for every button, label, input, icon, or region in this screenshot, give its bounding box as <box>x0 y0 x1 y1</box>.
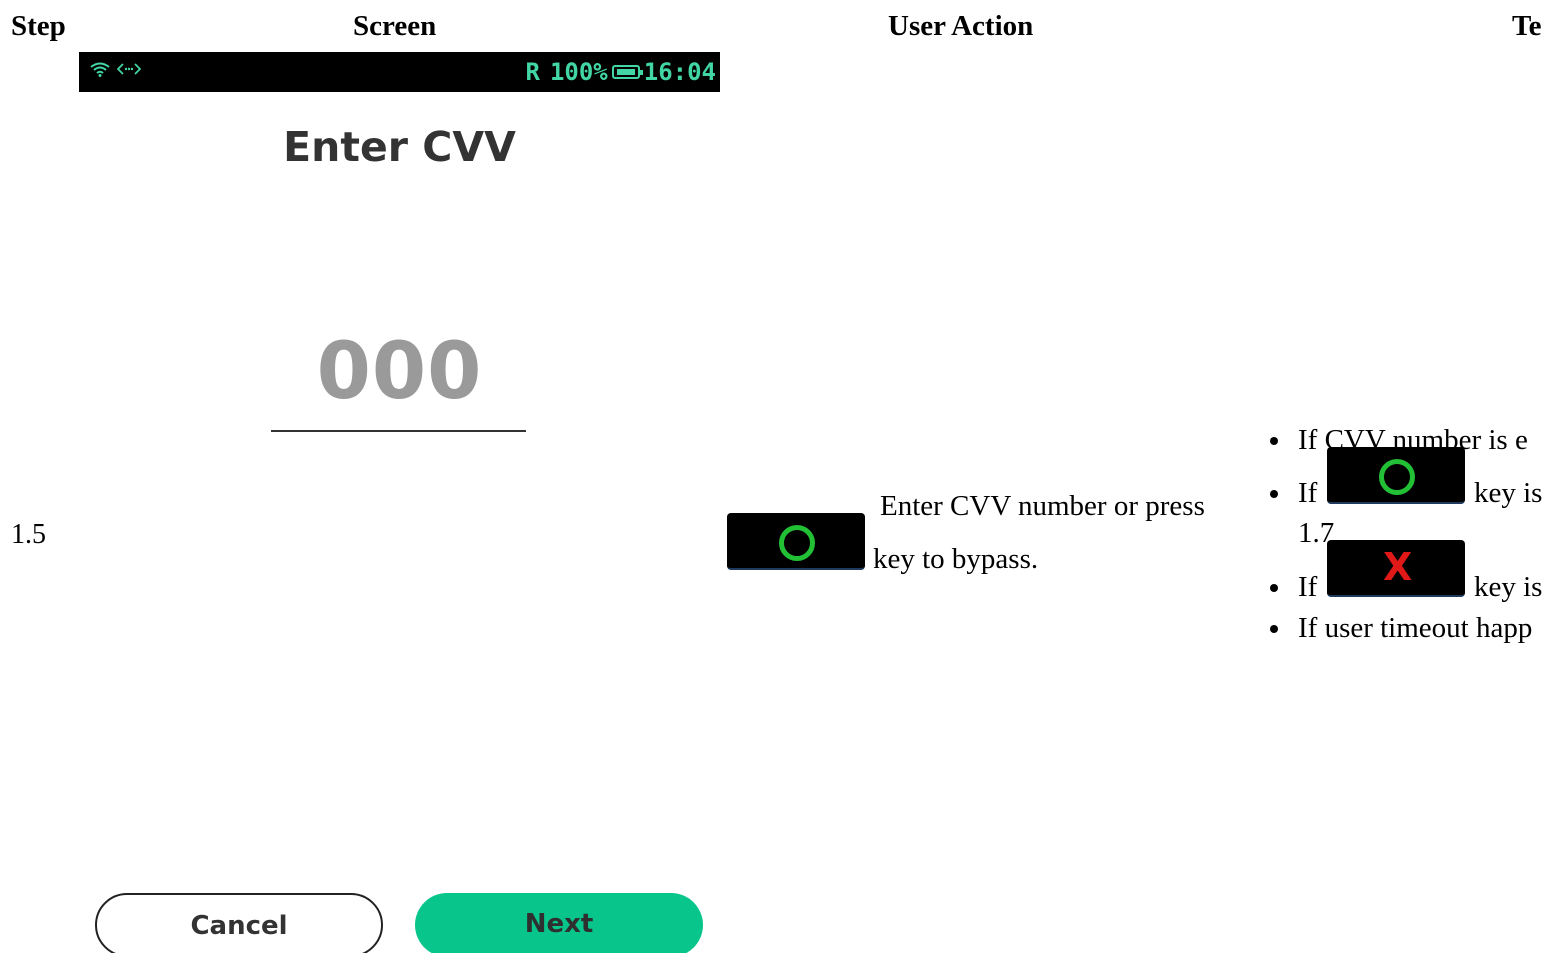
clock: 16:04 <box>643 58 716 86</box>
screen-title: Enter CVV <box>283 123 516 171</box>
status-bar: R 100% 16:04 <box>79 52 720 92</box>
cancel-button[interactable]: Cancel <box>95 893 383 953</box>
test-results-cell: If CVV number is e If key is 1.7 If X ke… <box>1270 0 1546 953</box>
step-number: 1.5 <box>11 519 46 550</box>
header-step: Step <box>11 10 66 42</box>
cvv-input-value[interactable]: 000 <box>79 324 720 420</box>
battery-percent: 100% <box>549 58 608 86</box>
header-screen: Screen <box>353 10 437 42</box>
ok-key-icon <box>727 513 865 570</box>
battery-icon <box>611 65 643 79</box>
next-button[interactable]: Next <box>415 893 703 953</box>
header-user-action: User Action <box>888 10 1034 42</box>
cvv-input-underline <box>271 430 526 432</box>
carrier-indicator: R <box>525 58 540 86</box>
connection-arrows-icon <box>116 61 142 82</box>
user-action-text-2: key to bypass. <box>873 543 1039 575</box>
ok-key-icon <box>1327 447 1465 504</box>
device-screen: R 100% 16:04 Enter CVV 000 Cancel Next <box>79 52 720 953</box>
user-action-text-1: Enter CVV number or press <box>880 490 1205 522</box>
cancel-key-icon: X <box>1327 540 1465 597</box>
wifi-icon <box>89 61 111 82</box>
